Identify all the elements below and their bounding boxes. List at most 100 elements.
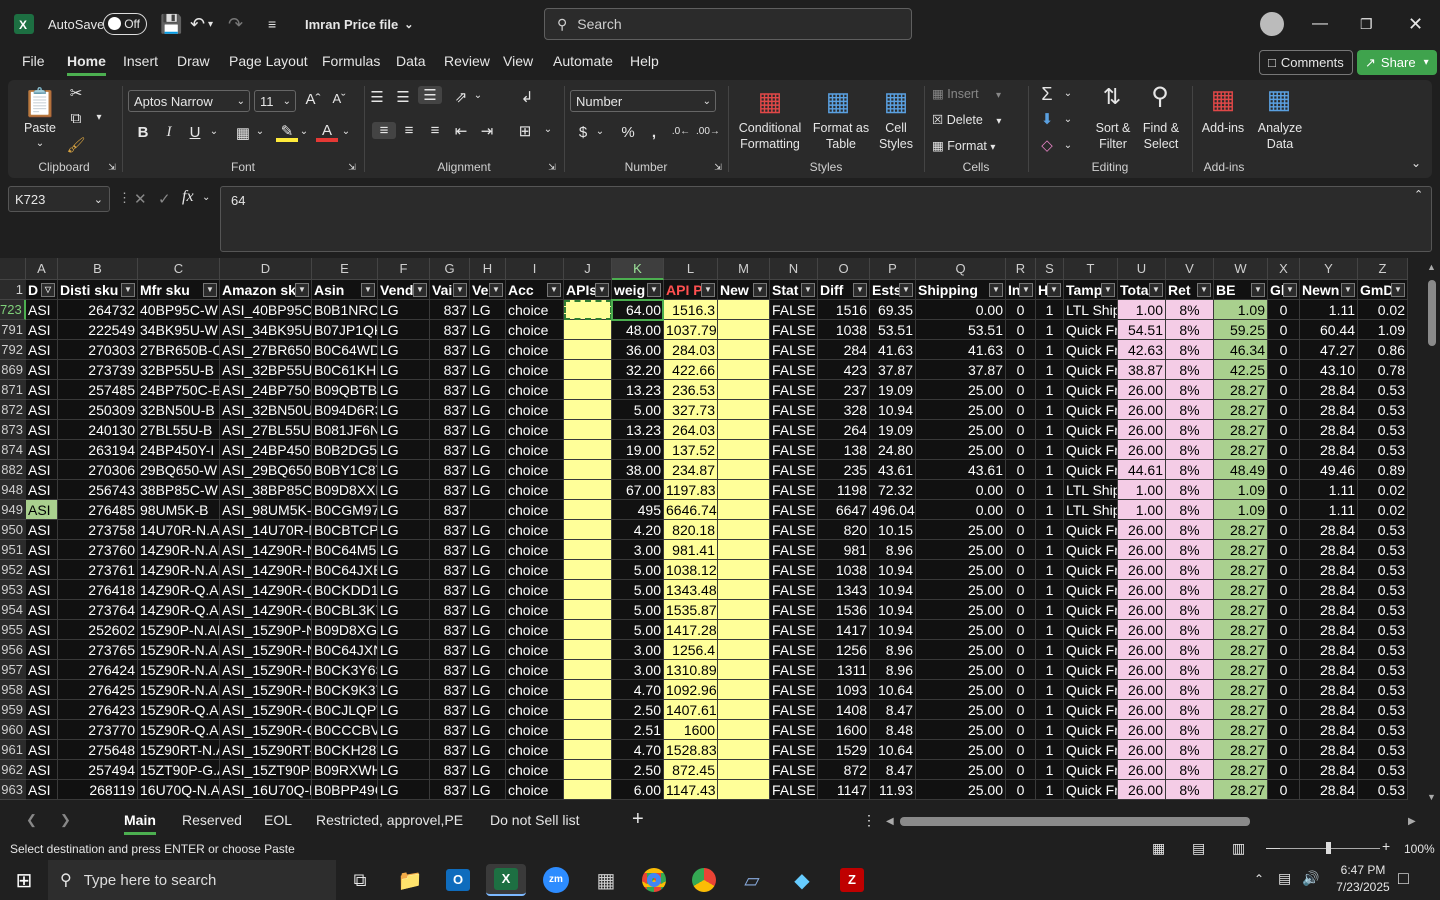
filter-dropdown-icon[interactable]: ▼	[547, 283, 561, 297]
cell-k[interactable]: 4.70	[612, 680, 664, 700]
row-header[interactable]: 958	[0, 680, 26, 700]
cell-d[interactable]: ASI_98UM5K-B	[220, 500, 312, 520]
tab-options-icon[interactable]: ⋮	[862, 812, 876, 829]
zoom-slider-thumb[interactable]	[1326, 842, 1331, 854]
cell-q[interactable]: 25.00	[916, 560, 1006, 580]
cell-d[interactable]: ASI_29BQ650-W	[220, 460, 312, 480]
font-color-dropdown-icon[interactable]: ⌄	[340, 126, 352, 137]
underline-icon[interactable]: U	[186, 124, 204, 141]
cell-o[interactable]: 820	[818, 520, 870, 540]
restore-icon[interactable]: ❐	[1360, 0, 1373, 48]
cell-j[interactable]	[564, 660, 612, 680]
cell-p[interactable]: 10.64	[870, 740, 916, 760]
cell-v[interactable]: 8%	[1166, 380, 1214, 400]
cell-w[interactable]: 28.27	[1214, 540, 1268, 560]
cell-p[interactable]: 8.47	[870, 700, 916, 720]
find-select-icon[interactable]: ⚲	[1140, 82, 1180, 111]
cell-i[interactable]: choice	[506, 560, 564, 580]
cell-j[interactable]	[564, 400, 612, 420]
cell-z[interactable]: 0.02	[1358, 300, 1408, 320]
cell-w[interactable]: 28.27	[1214, 400, 1268, 420]
zoom-out-icon[interactable]: —	[1266, 839, 1280, 855]
cell-g[interactable]: 837	[430, 440, 470, 460]
table-header-cell[interactable]: Gl ▼	[1268, 280, 1300, 300]
cell-j[interactable]	[564, 380, 612, 400]
sort-filter-button[interactable]: Sort & Filter	[1088, 120, 1138, 152]
cell-d[interactable]: ASI_27BR650B-C	[220, 340, 312, 360]
network-icon[interactable]: ▤	[1278, 870, 1291, 887]
cell-c[interactable]: 29BQ650-W	[138, 460, 220, 480]
cell-n[interactable]: FALSE	[770, 680, 818, 700]
filter-dropdown-icon[interactable]: ▼	[801, 283, 815, 297]
cell-u[interactable]: 1.00	[1118, 300, 1166, 320]
column-header-a[interactable]: A	[26, 258, 58, 280]
cell-o[interactable]: 1198	[818, 480, 870, 500]
cell-r[interactable]: 0	[1006, 500, 1036, 520]
cell-w[interactable]: 28.27	[1214, 740, 1268, 760]
cell-c[interactable]: 34BK95U-W	[138, 320, 220, 340]
filter-dropdown-icon[interactable]: ▼	[595, 283, 609, 297]
cell-w[interactable]: 28.27	[1214, 760, 1268, 780]
scroll-down-icon[interactable]: ▼	[1427, 792, 1436, 802]
cell-f[interactable]: LG	[378, 360, 430, 380]
cell-o[interactable]: 1600	[818, 720, 870, 740]
cell-t[interactable]: Quick Fr	[1064, 740, 1118, 760]
orientation-icon[interactable]: ⇗	[450, 88, 472, 106]
cell-u[interactable]: 26.00	[1118, 600, 1166, 620]
cell-k[interactable]: 32.20	[612, 360, 664, 380]
cell-z[interactable]: 0.53	[1358, 660, 1408, 680]
cell-b[interactable]: 250309	[58, 400, 138, 420]
cell-q[interactable]: 37.87	[916, 360, 1006, 380]
filter-dropdown-icon[interactable]: ▼	[753, 283, 767, 297]
cell-h[interactable]: LG	[470, 700, 506, 720]
column-header-g[interactable]: G	[430, 258, 470, 280]
row-header[interactable]: 952	[0, 560, 26, 580]
cell-a[interactable]: ASI	[26, 460, 58, 480]
column-header-z[interactable]: Z	[1358, 258, 1408, 280]
row-header[interactable]: 874	[0, 440, 26, 460]
scroll-left-icon[interactable]: ◀	[886, 816, 894, 827]
delete-button[interactable]: ☒ Delete ▾	[932, 112, 1022, 130]
table-header-cell[interactable]: Asin ▼	[312, 280, 378, 300]
cell-f[interactable]: LG	[378, 500, 430, 520]
cell-w[interactable]: 28.27	[1214, 520, 1268, 540]
undo-icon[interactable]: ↶	[190, 0, 205, 48]
cell-x[interactable]: 0	[1268, 740, 1300, 760]
cell-r[interactable]: 0	[1006, 340, 1036, 360]
task-view-icon[interactable]: ⧉	[340, 864, 380, 896]
cell-l[interactable]: 264.03	[664, 420, 718, 440]
cell-c[interactable]: 14U70R-N.AP	[138, 520, 220, 540]
cell-e[interactable]: B0CKDD1L	[312, 580, 378, 600]
table-header-cell[interactable]: weig ▼	[612, 280, 664, 300]
cell-x[interactable]: 0	[1268, 580, 1300, 600]
format-as-table-button[interactable]: Format as Table	[810, 120, 872, 152]
customize-toolbar-icon[interactable]: ≡	[268, 0, 276, 48]
cell-f[interactable]: LG	[378, 640, 430, 660]
cell-r[interactable]: 0	[1006, 320, 1036, 340]
cell-i[interactable]: choice	[506, 460, 564, 480]
cell-g[interactable]: 837	[430, 320, 470, 340]
cell-v[interactable]: 8%	[1166, 620, 1214, 640]
filter-dropdown-icon[interactable]: ▼	[853, 283, 867, 297]
cell-x[interactable]: 0	[1268, 760, 1300, 780]
table-header-cell[interactable]: Vend ▼	[378, 280, 430, 300]
number-format-select[interactable]: Number ⌄	[570, 90, 716, 112]
cell-l[interactable]: 1147.43	[664, 780, 718, 800]
cell-x[interactable]: 0	[1268, 300, 1300, 320]
column-header-c[interactable]: C	[138, 258, 220, 280]
cell-v[interactable]: 8%	[1166, 700, 1214, 720]
cell-l[interactable]: 327.73	[664, 400, 718, 420]
cell-m[interactable]	[718, 740, 770, 760]
cell-m[interactable]	[718, 620, 770, 640]
cell-b[interactable]: 263194	[58, 440, 138, 460]
cell-m[interactable]	[718, 640, 770, 660]
cell-p[interactable]: 8.96	[870, 660, 916, 680]
confirm-entry-icon[interactable]: ✓	[158, 190, 171, 208]
cell-l[interactable]: 1092.96	[664, 680, 718, 700]
cell-e[interactable]: B0B2DG5B	[312, 440, 378, 460]
cell-s[interactable]: 1	[1036, 740, 1064, 760]
cell-b[interactable]: 276423	[58, 700, 138, 720]
cell-s[interactable]: 1	[1036, 680, 1064, 700]
cell-t[interactable]: Quick Fr	[1064, 540, 1118, 560]
cell-d[interactable]: ASI_15Z90R-N.A	[220, 640, 312, 660]
